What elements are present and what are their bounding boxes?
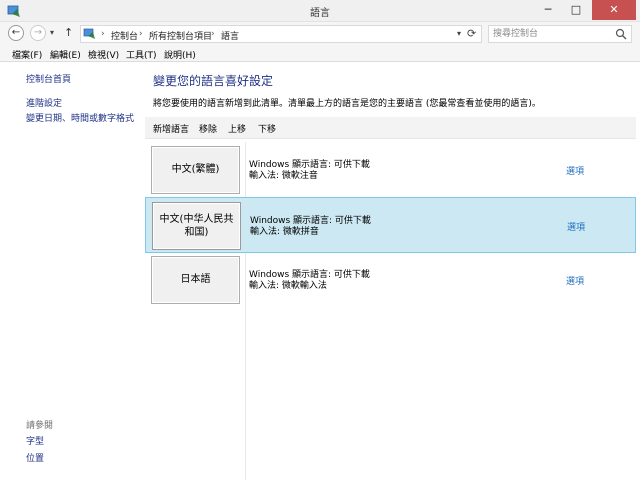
control-panel-small-icon xyxy=(83,28,95,39)
breadcrumb-separator: › xyxy=(211,29,215,39)
move-down-button[interactable]: 下移 xyxy=(258,122,276,135)
language-info: Windows 顯示語言: 可供下載 輸入法: 微軟注音 xyxy=(249,160,370,182)
display-language-status: Windows 顯示語言: 可供下載 xyxy=(249,160,370,170)
menu-view[interactable]: 檢視(V) xyxy=(88,48,119,61)
breadcrumb-separator: › xyxy=(139,29,143,39)
language-info: Windows 顯示語言: 可供下載 輸入法: 微軟輸入法 xyxy=(249,270,370,292)
remove-button[interactable]: 移除 xyxy=(199,122,217,135)
address-toolbar: ← → ▾ ↑ › 控制台 › 所有控制台項目 › 語言 ▾ ⟳ xyxy=(0,22,640,46)
sidebar-date-time-format[interactable]: 變更日期、時間或數字格式 xyxy=(26,111,134,124)
breadcrumb-all-items[interactable]: 所有控制台項目 xyxy=(149,29,212,42)
menu-bar: 檔案(F) 編輯(E) 檢視(V) 工具(T) 說明(H) xyxy=(0,46,640,62)
sidebar-control-panel-home[interactable]: 控制台首頁 xyxy=(26,72,71,85)
menu-help[interactable]: 說明(H) xyxy=(164,48,196,61)
options-link[interactable]: 選項 xyxy=(567,220,585,233)
language-tile[interactable]: 日本語 xyxy=(151,256,240,304)
page-title: 變更您的語言喜好設定 xyxy=(153,74,274,88)
display-language-status: Windows 顯示語言: 可供下載 xyxy=(249,270,370,280)
menu-edit[interactable]: 編輯(E) xyxy=(50,48,81,61)
menu-file[interactable]: 檔案(F) xyxy=(12,48,42,61)
see-also-fonts[interactable]: 字型 xyxy=(26,434,44,447)
minimize-button[interactable]: ─ xyxy=(534,0,562,20)
forward-button[interactable]: → xyxy=(30,25,46,41)
breadcrumb-language[interactable]: 語言 xyxy=(221,29,239,42)
address-bar[interactable]: › 控制台 › 所有控制台項目 › 語言 ▾ ⟳ xyxy=(80,25,482,43)
move-up-button[interactable]: 上移 xyxy=(228,122,246,135)
see-also-location[interactable]: 位置 xyxy=(26,451,44,464)
title-bar: 語言 ─ □ ✕ xyxy=(0,0,640,22)
search-box[interactable] xyxy=(488,25,632,43)
options-link[interactable]: 選項 xyxy=(566,274,584,287)
input-method: 輸入法: 微軟輸入法 xyxy=(249,281,327,291)
sidebar-advanced-settings[interactable]: 進階設定 xyxy=(26,96,62,109)
language-row-simplified-chinese[interactable]: 中文(中华人民共和国) Windows 顯示語言: 可供下載 輸入法: 微軟拼音… xyxy=(145,197,636,253)
address-dropdown-icon[interactable]: ▾ xyxy=(457,29,461,38)
options-link[interactable]: 選項 xyxy=(566,164,584,177)
main-area: 控制台首頁 進階設定 變更日期、時間或數字格式 請參閱 字型 位置 變更您的語言… xyxy=(0,62,640,480)
search-input[interactable] xyxy=(493,28,611,40)
search-icon[interactable] xyxy=(615,28,627,40)
input-method: 輸入法: 微軟注音 xyxy=(249,171,318,181)
language-row-japanese[interactable]: 日本語 Windows 顯示語言: 可供下載 輸入法: 微軟輸入法 選項 xyxy=(145,252,636,308)
maximize-button[interactable]: □ xyxy=(562,0,590,20)
language-tile[interactable]: 中文(繁體) xyxy=(151,146,240,194)
language-row-traditional-chinese[interactable]: 中文(繁體) Windows 顯示語言: 可供下載 輸入法: 微軟注音 選項 xyxy=(145,142,636,198)
display-language-status: Windows 顯示語言: 可供下載 xyxy=(250,216,371,226)
recent-locations-dropdown[interactable]: ▾ xyxy=(50,28,54,37)
page-description: 將您要使用的語言新增到此清單。清單最上方的語言是您的主要語言 (您最常查看並使用… xyxy=(153,99,541,109)
language-tile[interactable]: 中文(中华人民共和国) xyxy=(152,202,241,250)
breadcrumb-separator: › xyxy=(101,29,105,39)
language-toolbar: 新增語言 移除 上移 下移 xyxy=(145,117,636,139)
menu-tools[interactable]: 工具(T) xyxy=(126,48,157,61)
input-method: 輸入法: 微軟拼音 xyxy=(250,227,319,237)
back-button[interactable]: ← xyxy=(8,25,24,41)
up-button[interactable]: ↑ xyxy=(64,26,73,39)
breadcrumb-control-panel[interactable]: 控制台 xyxy=(111,29,138,42)
refresh-icon[interactable]: ⟳ xyxy=(467,27,476,40)
language-info: Windows 顯示語言: 可供下載 輸入法: 微軟拼音 xyxy=(250,216,371,238)
language-list: 中文(繁體) Windows 顯示語言: 可供下載 輸入法: 微軟注音 選項 中… xyxy=(145,142,636,480)
add-language-button[interactable]: 新增語言 xyxy=(153,122,189,135)
see-also-heading: 請參閱 xyxy=(26,421,54,431)
close-button[interactable]: ✕ xyxy=(592,0,636,20)
